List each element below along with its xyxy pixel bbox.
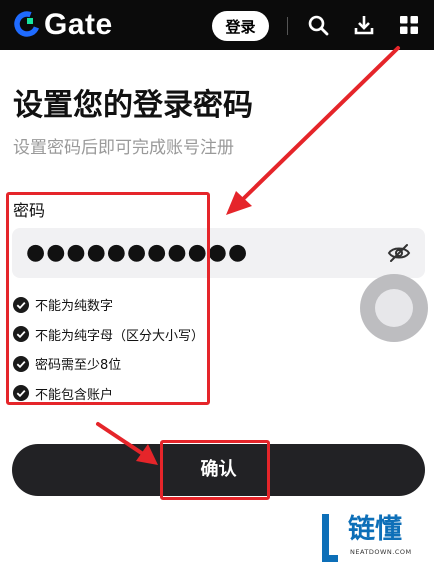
annotation-arrow <box>238 46 400 204</box>
annotation-arrowhead <box>226 191 252 215</box>
floating-assist-inner <box>375 289 413 327</box>
logo-text: Gate <box>44 8 113 41</box>
annotation-highlight-box <box>6 192 210 405</box>
gate-logo-icon <box>14 11 40 37</box>
login-button[interactable]: 登录 <box>212 11 269 41</box>
watermark-brand: 链懂 <box>348 514 402 545</box>
page-title: 设置您的登录密码 <box>13 88 253 123</box>
download-icon[interactable] <box>352 13 376 37</box>
eye-off-icon[interactable] <box>387 241 411 265</box>
top-nav-bar: Gate 登录 <box>0 0 434 50</box>
annotation-highlight-box <box>160 440 270 500</box>
watermark-logo-icon <box>322 514 338 562</box>
page-subtitle: 设置密码后即可完成账号注册 <box>13 138 234 158</box>
search-icon[interactable] <box>306 13 330 37</box>
watermark: 链懂 NEATDOWN.COM <box>318 508 434 569</box>
gate-logo[interactable]: Gate <box>14 8 154 41</box>
apps-grid-icon[interactable] <box>397 13 421 37</box>
floating-assist-button[interactable] <box>360 274 428 342</box>
watermark-sub: NEATDOWN.COM <box>350 548 412 556</box>
header-divider <box>287 17 288 35</box>
